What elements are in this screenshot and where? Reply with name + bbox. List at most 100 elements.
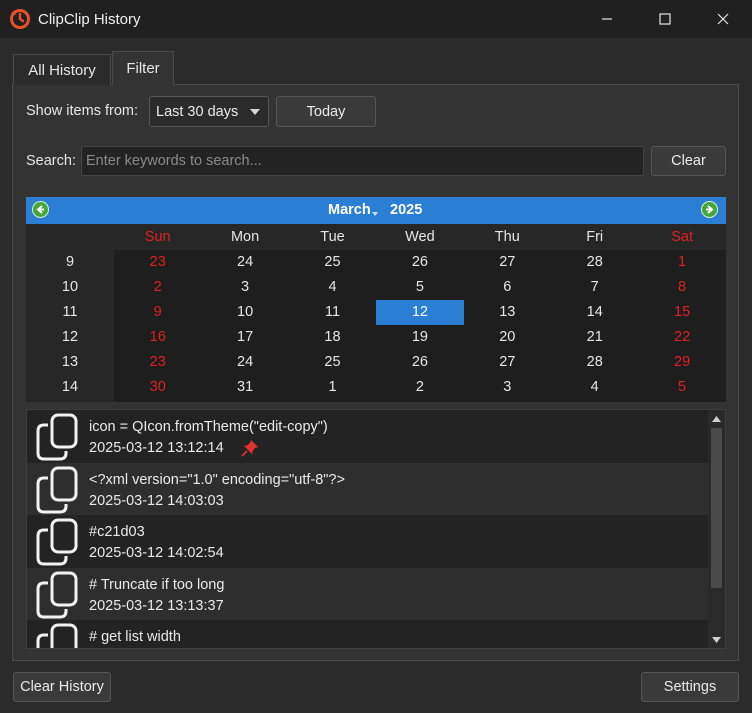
close-button[interactable] bbox=[694, 0, 752, 38]
calendar-navigation-bar: March 2025 bbox=[26, 197, 726, 224]
next-month-button[interactable] bbox=[701, 201, 718, 218]
calendar-day[interactable]: 23 bbox=[114, 350, 201, 375]
calendar-day[interactable]: 8 bbox=[638, 275, 725, 300]
pin-icon[interactable] bbox=[241, 439, 259, 457]
show-items-label: Show items from: bbox=[26, 103, 138, 119]
weekday-header: Sun bbox=[144, 229, 171, 245]
history-item[interactable]: <?xml version="1.0" encoding="utf-8"?> 20… bbox=[27, 462, 709, 515]
history-scrollbar[interactable] bbox=[708, 410, 725, 648]
week-number: 10 bbox=[61, 279, 79, 295]
calendar-day[interactable]: 15 bbox=[638, 300, 725, 325]
calendar-day[interactable]: 11 bbox=[289, 300, 376, 325]
history-item[interactable]: icon = QIcon.fromTheme("edit-copy") 2025-… bbox=[27, 410, 709, 462]
clipclip-logo-icon bbox=[10, 9, 30, 29]
calendar-day[interactable]: 29 bbox=[638, 350, 725, 375]
copy-icon bbox=[36, 466, 78, 513]
calendar-day[interactable]: 13 bbox=[464, 300, 551, 325]
calendar-day[interactable]: 28 bbox=[551, 350, 638, 375]
calendar-day[interactable]: 27 bbox=[464, 250, 551, 275]
minimize-button[interactable] bbox=[578, 0, 636, 38]
calendar-day[interactable]: 19 bbox=[376, 325, 463, 350]
calendar-day[interactable]: 25 bbox=[289, 250, 376, 275]
calendar-day[interactable]: 18 bbox=[289, 325, 376, 350]
history-item-text: <?xml version="1.0" encoding="utf-8"?> bbox=[89, 471, 345, 488]
history-item-timestamp: 2025-03-12 14:02:54 bbox=[89, 545, 224, 561]
calendar-day[interactable]: 2 bbox=[376, 375, 463, 400]
calendar-day[interactable]: 23 bbox=[114, 250, 201, 275]
calendar-day-selected[interactable]: 12 bbox=[376, 300, 464, 325]
search-label: Search: bbox=[26, 153, 76, 169]
copy-icon bbox=[36, 623, 78, 648]
copy-icon bbox=[36, 413, 78, 461]
maximize-icon bbox=[659, 13, 671, 25]
calendar-day[interactable]: 4 bbox=[551, 375, 638, 400]
calendar-day[interactable]: 27 bbox=[464, 350, 551, 375]
calendar-day[interactable]: 3 bbox=[464, 375, 551, 400]
weekday-header: Sat bbox=[671, 229, 693, 245]
tab-all-history[interactable]: All History bbox=[13, 54, 111, 85]
calendar-day[interactable]: 5 bbox=[376, 275, 463, 300]
history-item[interactable]: # Truncate if too long 2025-03-12 13:13:3… bbox=[27, 567, 709, 620]
calendar-day[interactable]: 28 bbox=[551, 250, 638, 275]
calendar-day[interactable]: 26 bbox=[376, 350, 463, 375]
history-item[interactable]: # get list width bbox=[27, 620, 709, 648]
calendar-day[interactable]: 3 bbox=[201, 275, 288, 300]
calendar-day[interactable]: 21 bbox=[551, 325, 638, 350]
clipboard-history-list[interactable]: # get list width # Truncate if too long 20… bbox=[26, 409, 726, 649]
calendar-day[interactable]: 2 bbox=[114, 275, 201, 300]
calendar-day-grid: 23 24 25 26 27 28 1 2 3 4 5 6 7 8 9 10 11 12 13 14 15 16 17 18 1… bbox=[114, 250, 726, 402]
close-icon bbox=[717, 13, 729, 25]
calendar-day[interactable]: 4 bbox=[289, 275, 376, 300]
settings-button[interactable]: Settings bbox=[641, 672, 739, 702]
history-item-timestamp: 2025-03-12 13:13:37 bbox=[89, 597, 224, 614]
today-button[interactable]: Today bbox=[276, 96, 376, 127]
calendar-day[interactable]: 10 bbox=[201, 300, 288, 325]
calendar-year-selector[interactable]: 2025 bbox=[390, 202, 422, 218]
calendar-day[interactable]: 22 bbox=[638, 325, 725, 350]
history-item[interactable]: #c21d03 2025-03-12 14:02:54 bbox=[27, 515, 709, 567]
calendar-day[interactable]: 20 bbox=[464, 325, 551, 350]
scroll-up-icon bbox=[712, 415, 721, 422]
calendar-day[interactable]: 9 bbox=[114, 300, 201, 325]
clear-search-button[interactable]: Clear bbox=[651, 146, 726, 176]
week-number: 14 bbox=[61, 379, 79, 395]
calendar-day[interactable]: 1 bbox=[638, 250, 725, 275]
calendar-day[interactable]: 14 bbox=[551, 300, 638, 325]
calendar-day[interactable]: 7 bbox=[551, 275, 638, 300]
clear-history-button[interactable]: Clear History bbox=[13, 672, 111, 702]
scroll-up-button[interactable] bbox=[708, 410, 725, 427]
calendar-week-numbers: 9 10 11 12 13 14 bbox=[26, 250, 114, 402]
scroll-down-button[interactable] bbox=[708, 631, 725, 648]
calendar-day[interactable]: 25 bbox=[289, 350, 376, 375]
tab-filter[interactable]: Filter bbox=[112, 51, 174, 85]
month-dropdown-icon bbox=[372, 212, 378, 216]
calendar-weekday-header: Sun Mon Tue Wed Thu Fri Sat bbox=[26, 224, 726, 250]
week-number: 9 bbox=[65, 254, 75, 270]
history-item-text: icon = QIcon.fromTheme("edit-copy") bbox=[89, 419, 328, 435]
calendar-month-selector[interactable]: March bbox=[328, 202, 371, 218]
history-item-text: # get list width bbox=[89, 629, 181, 645]
calendar-day[interactable]: 31 bbox=[201, 375, 288, 400]
calendar-day[interactable]: 24 bbox=[201, 250, 288, 275]
calendar-day[interactable]: 30 bbox=[114, 375, 201, 400]
search-input[interactable] bbox=[81, 146, 644, 176]
scrollbar-thumb[interactable] bbox=[711, 428, 722, 588]
weekday-header: Thu bbox=[494, 229, 520, 245]
history-item-text: #c21d03 bbox=[89, 524, 145, 540]
calendar-day[interactable]: 5 bbox=[638, 375, 725, 400]
week-number: 13 bbox=[61, 354, 79, 370]
maximize-button[interactable] bbox=[636, 0, 694, 38]
calendar-day[interactable]: 17 bbox=[201, 325, 288, 350]
calendar-day[interactable]: 16 bbox=[114, 325, 201, 350]
date-range-select[interactable]: Last 30 days bbox=[149, 96, 269, 127]
history-item-timestamp: 2025-03-12 13:12:14 bbox=[89, 440, 224, 456]
arrow-right-icon bbox=[706, 205, 714, 214]
copy-icon bbox=[36, 518, 78, 566]
calendar-day[interactable]: 6 bbox=[464, 275, 551, 300]
calendar-day[interactable]: 26 bbox=[376, 250, 463, 275]
prev-month-button[interactable] bbox=[32, 201, 49, 218]
window-title: ClipClip History bbox=[38, 10, 141, 28]
history-item-text: # Truncate if too long bbox=[89, 576, 225, 593]
calendar-day[interactable]: 24 bbox=[201, 350, 288, 375]
calendar-day[interactable]: 1 bbox=[289, 375, 376, 400]
